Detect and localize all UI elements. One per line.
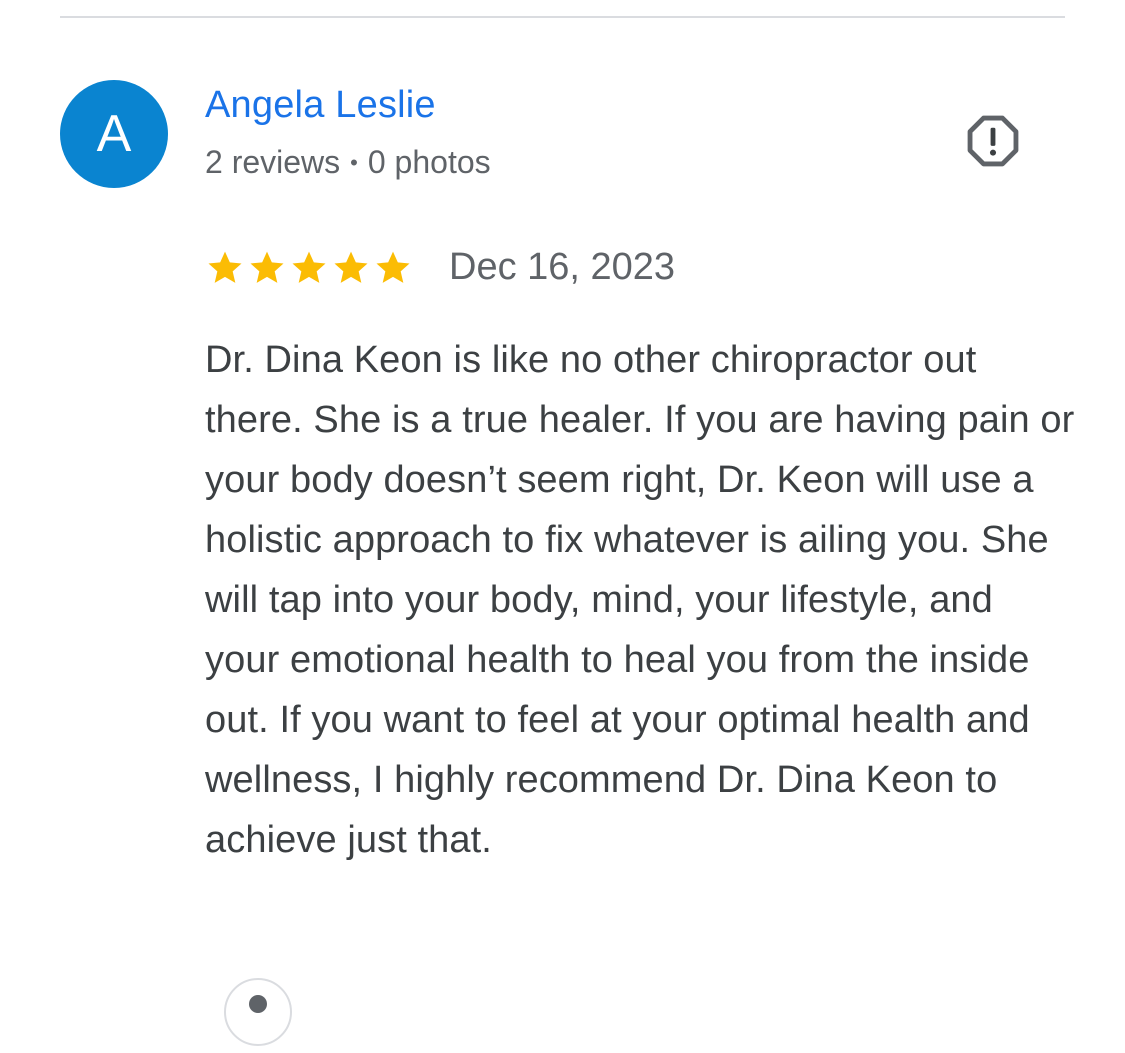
star-rating bbox=[205, 248, 413, 288]
author-name-link[interactable]: Angela Leslie bbox=[205, 84, 436, 127]
top-divider bbox=[60, 16, 1065, 18]
review-date: Dec 16, 2023 bbox=[449, 246, 676, 288]
star-icon bbox=[334, 251, 368, 283]
avatar[interactable]: A bbox=[60, 80, 168, 188]
star-icon bbox=[292, 251, 326, 283]
report-flag-icon bbox=[967, 115, 1019, 167]
star-icon bbox=[376, 251, 410, 283]
avatar-initial: A bbox=[96, 105, 132, 163]
meta-separator: • bbox=[350, 149, 358, 175]
author-meta: 2 reviews • 0 photos bbox=[205, 144, 491, 181]
reviews-count: 2 reviews bbox=[205, 144, 341, 180]
review-text: Dr. Dina Keon is like no other chiroprac… bbox=[205, 339, 1075, 861]
owner-avatar-icon bbox=[222, 976, 294, 1048]
photos-count: 0 photos bbox=[367, 144, 491, 180]
report-button[interactable] bbox=[964, 112, 1022, 170]
star-icon bbox=[250, 251, 284, 283]
star-icon bbox=[208, 251, 242, 283]
